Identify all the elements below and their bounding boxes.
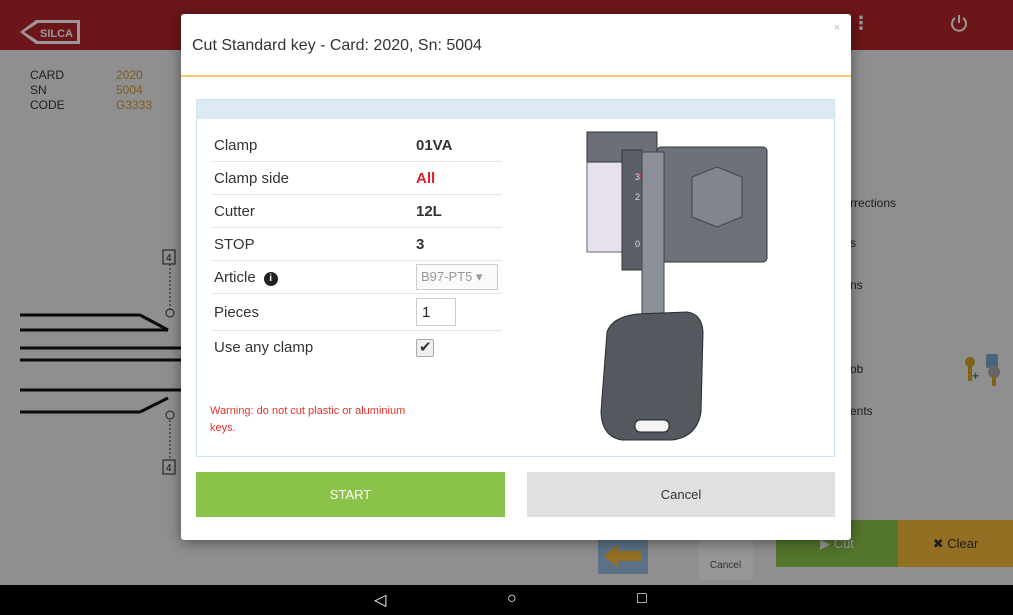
- settings-row-article: Article i B97-PT5 ▾: [211, 261, 502, 294]
- title-divider: [181, 75, 851, 77]
- row-label: Use any clamp: [214, 339, 314, 356]
- row-label: Article i: [211, 269, 416, 286]
- row-value: 01VA: [416, 136, 453, 154]
- svg-text:3: 3: [635, 172, 640, 182]
- start-button[interactable]: START: [196, 472, 505, 517]
- close-icon[interactable]: ×: [834, 22, 840, 34]
- pieces-input[interactable]: [416, 298, 456, 326]
- settings-table: Clamp 01VA Clamp side All Cutter 12L STO…: [211, 129, 502, 364]
- settings-row-stop: STOP 3: [211, 228, 502, 261]
- recents-icon[interactable]: □: [637, 590, 647, 608]
- article-select[interactable]: B97-PT5 ▾: [416, 264, 498, 290]
- home-icon[interactable]: ○: [507, 590, 517, 608]
- panel-header: [197, 100, 834, 119]
- back-icon[interactable]: ◁: [374, 590, 386, 610]
- row-label: Clamp side: [214, 169, 290, 187]
- row-value: All: [416, 169, 436, 187]
- row-value: 3: [416, 235, 425, 253]
- cut-settings-panel: Clamp 01VA Clamp side All Cutter 12L STO…: [196, 99, 835, 457]
- svg-text:0: 0: [635, 239, 640, 249]
- dialog-title: Cut Standard key - Card: 2020, Sn: 5004: [192, 37, 482, 54]
- article-label: Article: [214, 268, 256, 286]
- settings-row-pieces: Pieces: [211, 294, 502, 331]
- row-value: 12L: [416, 202, 442, 220]
- use-any-clamp-checkbox[interactable]: [416, 338, 434, 357]
- row-label: Cutter: [214, 202, 255, 220]
- row-label: STOP: [214, 235, 255, 253]
- row-label: Pieces: [214, 303, 260, 321]
- svg-text:2: 2: [635, 192, 640, 202]
- settings-row-use-any-clamp: Use any clamp: [211, 331, 502, 364]
- info-icon[interactable]: i: [263, 271, 278, 286]
- key-clamp-image: 3 2 0: [586, 131, 768, 441]
- warning-text: Warning: do not cut plastic or aluminium…: [210, 405, 406, 434]
- cancel-button[interactable]: Cancel: [527, 472, 835, 517]
- settings-row-cutter: Cutter 12L: [211, 195, 502, 228]
- article-value: B97-PT5: [421, 269, 473, 284]
- row-label: Clamp: [214, 136, 258, 154]
- android-navbar: ◁ ○ □: [0, 585, 1013, 615]
- settings-row-clamp: Clamp 01VA: [211, 129, 502, 162]
- settings-row-clamp-side: Clamp side All: [211, 162, 502, 195]
- cut-key-dialog: Cut Standard key - Card: 2020, Sn: 5004 …: [181, 14, 851, 540]
